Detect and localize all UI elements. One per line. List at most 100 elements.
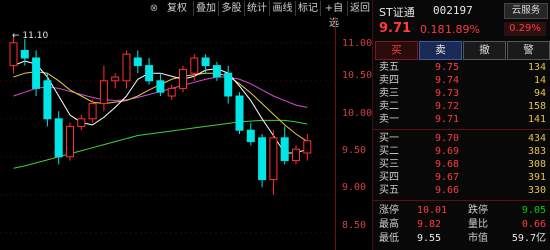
y-tick-label: 10.50 [342, 70, 373, 81]
bid-label: 买四 [379, 172, 399, 183]
candle-body [179, 68, 187, 89]
candle-body [280, 137, 289, 162]
ask-row: 卖四 9.74 14 [373, 75, 550, 87]
low-value: 9.55 [417, 233, 442, 244]
stats-row: 最高 9.82 量比 0.66 [373, 218, 550, 231]
candle-body [235, 95, 244, 131]
alert-button[interactable]: 警 [507, 41, 550, 60]
candle-body [54, 118, 63, 158]
toolbar-overlay-button[interactable]: 叠加 [194, 1, 219, 16]
candle-body [269, 137, 278, 181]
ask-label: 卖二 [379, 101, 399, 112]
ask-label: 卖五 [379, 62, 399, 73]
stats-row: 最低 9.55 市值 59.7亿 [373, 232, 550, 245]
ask-volume: 158 [527, 101, 546, 112]
candle-body [43, 80, 52, 120]
stock-code: 002197 [433, 4, 473, 17]
cloud-service-button[interactable]: 云服务 [504, 3, 548, 19]
bid-row: 买一 9.70 434 [373, 133, 550, 145]
bid-label: 买一 [379, 133, 399, 144]
bid-price: 9.67 [435, 172, 460, 183]
bid-row: 买二 9.69 383 [373, 146, 550, 158]
candle-body [258, 137, 267, 181]
ask-price: 9.72 [435, 101, 460, 112]
candle-body [167, 87, 176, 97]
candle-body [111, 76, 120, 82]
candle-body [20, 49, 29, 59]
bid-volume: 308 [527, 159, 546, 170]
bid-volume: 434 [527, 133, 546, 144]
limit-up-value: 10.01 [417, 205, 448, 216]
toolbar-add-watchlist-button[interactable]: +自选 [321, 1, 348, 29]
limit-down-value: 9.05 [521, 205, 546, 216]
candle-body [99, 80, 108, 105]
ask-row: 卖五 9.75 134 [373, 62, 550, 74]
orderbook-divider [373, 129, 550, 130]
ask-volume: 94 [533, 88, 546, 99]
candle-body [246, 129, 255, 143]
ask-label: 卖四 [379, 75, 399, 86]
cancel-order-button[interactable]: 撤 [463, 41, 506, 60]
candle-body [133, 57, 142, 67]
limit-down-label: 跌停 [468, 205, 488, 216]
ask-price: 9.75 [435, 62, 460, 73]
candle-body [292, 148, 300, 162]
candle-body [122, 53, 131, 82]
bid-price: 9.66 [435, 185, 460, 196]
kline-chart[interactable]: ← 11.10 [0, 0, 335, 250]
toolbar-restore-rights-button[interactable]: 复权 [161, 1, 194, 16]
bid-label: 买三 [379, 159, 399, 170]
toolbar-back-button[interactable]: 返回 [348, 1, 372, 16]
candle-body [212, 65, 221, 78]
candle-body [9, 42, 18, 67]
kline-chart-pane[interactable]: ← 11.10 复权 叠加 多股 统计 画线 标记 +自选 返回 ⊗ 11.00… [0, 0, 372, 250]
high-price-marker: ← 11.10 [12, 31, 48, 41]
ask-label: 卖三 [379, 88, 399, 99]
candle-body [88, 103, 97, 120]
candle-body [201, 57, 210, 67]
y-tick-label: 9.50 [342, 145, 367, 156]
bid-volume: 391 [527, 172, 546, 183]
bid-volume: 383 [527, 146, 546, 157]
toolbar-multi-stock-button[interactable]: 多股 [219, 1, 245, 16]
market-cap-label: 市值 [468, 233, 488, 244]
volume-ratio-value: 0.66 [521, 219, 546, 230]
toolbar-mark-button[interactable]: 标记 [296, 1, 321, 16]
low-label: 最低 [379, 233, 399, 244]
price-axis: 11.00 10.50 10.00 9.50 9.00 8.50 [335, 17, 373, 250]
y-tick-label: 9.00 [342, 182, 367, 193]
candle-body [32, 57, 41, 89]
candle-body [190, 57, 199, 74]
ask-row: 卖一 9.71 141 [373, 114, 550, 126]
ask-label: 卖一 [379, 114, 399, 125]
buy-button[interactable]: 买 [375, 41, 418, 60]
ask-volume: 14 [533, 75, 546, 86]
toolbar-statistics-button[interactable]: 统计 [245, 1, 270, 16]
bid-row: 买五 9.66 330 [373, 185, 550, 197]
y-tick-label: 11.00 [342, 38, 373, 49]
candle-body [303, 140, 312, 154]
bid-price: 9.68 [435, 159, 460, 170]
sell-button[interactable]: 卖 [419, 41, 462, 60]
ask-row: 卖二 9.72 158 [373, 101, 550, 113]
toolbar-draw-line-button[interactable]: 画线 [270, 1, 296, 16]
ask-row: 卖三 9.73 94 [373, 88, 550, 100]
chart-toolbar: 复权 叠加 多股 统计 画线 标记 +自选 返回 ⊗ [0, 0, 372, 29]
bid-label: 买二 [379, 146, 399, 157]
stats-divider [373, 200, 550, 201]
ask-volume: 134 [527, 62, 546, 73]
ask-price: 9.71 [435, 114, 460, 125]
y-tick-label: 10.00 [342, 108, 373, 119]
candle-body [224, 72, 233, 97]
bid-price: 9.70 [435, 133, 460, 144]
candle-body [145, 65, 154, 82]
bid-label: 买五 [379, 185, 399, 196]
bid-volume: 330 [527, 185, 546, 196]
trade-action-row: 买 卖 撤 警 [373, 41, 550, 60]
volume-ratio-label: 量比 [468, 219, 488, 230]
ask-price: 9.74 [435, 75, 460, 86]
bid-row: 买四 9.67 391 [373, 172, 550, 184]
price-change: 0.18 [420, 23, 445, 36]
close-overlay-icon[interactable]: ⊗ [147, 1, 161, 16]
candle-body [66, 125, 74, 158]
